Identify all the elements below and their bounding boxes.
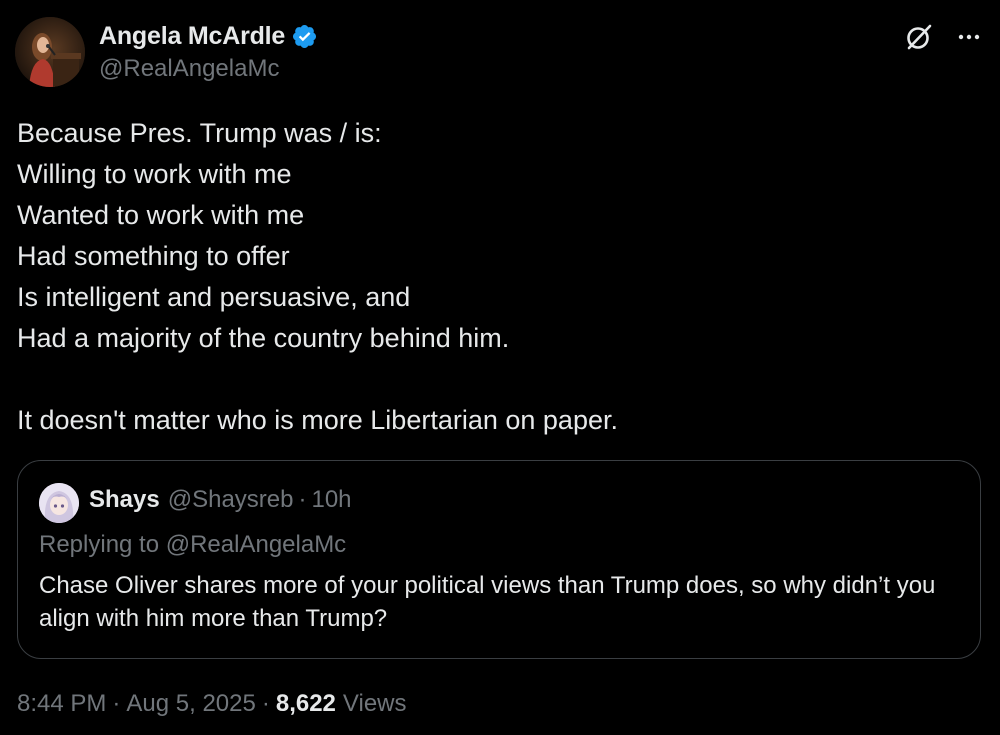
tweet-line: Wanted to work with me	[17, 200, 305, 230]
quote-display-name[interactable]: Shays	[89, 486, 160, 514]
views-count: 8,622	[275, 690, 336, 717]
tweet-line: Because Pres. Trump was / is:	[17, 118, 382, 148]
tweet-date[interactable]: Aug 5, 2025	[126, 690, 255, 718]
tweet-line: Had a majority of the country behind him…	[17, 323, 510, 353]
tweet-line: Is intelligent and persuasive, and	[17, 282, 411, 312]
quote-avatar[interactable]	[39, 483, 79, 523]
avatar-photo-icon	[15, 17, 85, 87]
avatar-anime-icon	[39, 483, 79, 523]
author-name-row[interactable]: Angela McArdle	[99, 20, 318, 52]
grok-icon[interactable]	[904, 22, 934, 52]
quote-text: Chase Oliver shares more of your politic…	[39, 572, 936, 632]
quote-timestamp[interactable]: 10h	[311, 486, 351, 514]
tweet-time[interactable]: 8:44 PM	[17, 690, 106, 718]
tweet-line: Had something to offer	[17, 241, 290, 271]
quote-handle[interactable]: @Shaysreb	[168, 486, 294, 514]
tweet-line: Willing to work with me	[17, 159, 292, 189]
more-icon[interactable]	[956, 24, 982, 50]
tweet-meta: 8:44 PM · Aug 5, 2025 · 8,622 Views	[17, 690, 407, 718]
quote-separator: ·	[298, 486, 307, 513]
author-avatar[interactable]	[15, 17, 85, 87]
verified-badge-icon[interactable]	[291, 23, 318, 50]
header-actions	[904, 22, 982, 52]
quote-replying-to: Replying to @RealAngelaMc	[39, 531, 347, 558]
quoted-tweet[interactable]: Shays @Shaysreb · 10h Replying to @RealA…	[17, 460, 981, 659]
meta-separator: ·	[261, 690, 270, 717]
views-label: Views	[342, 690, 407, 717]
author-display-name[interactable]: Angela McArdle	[99, 22, 285, 51]
tweet-line: It doesn't matter who is more Libertaria…	[17, 405, 618, 435]
tweet-text: Because Pres. Trump was / is: Willing to…	[17, 113, 977, 441]
meta-separator: ·	[112, 690, 121, 717]
author-handle[interactable]: @RealAngelaMc	[99, 55, 279, 83]
tweet-container: Angela McArdle @RealAngelaMc Because Pre…	[0, 0, 1000, 735]
quote-header: Shays @Shaysreb · 10h	[89, 486, 352, 514]
